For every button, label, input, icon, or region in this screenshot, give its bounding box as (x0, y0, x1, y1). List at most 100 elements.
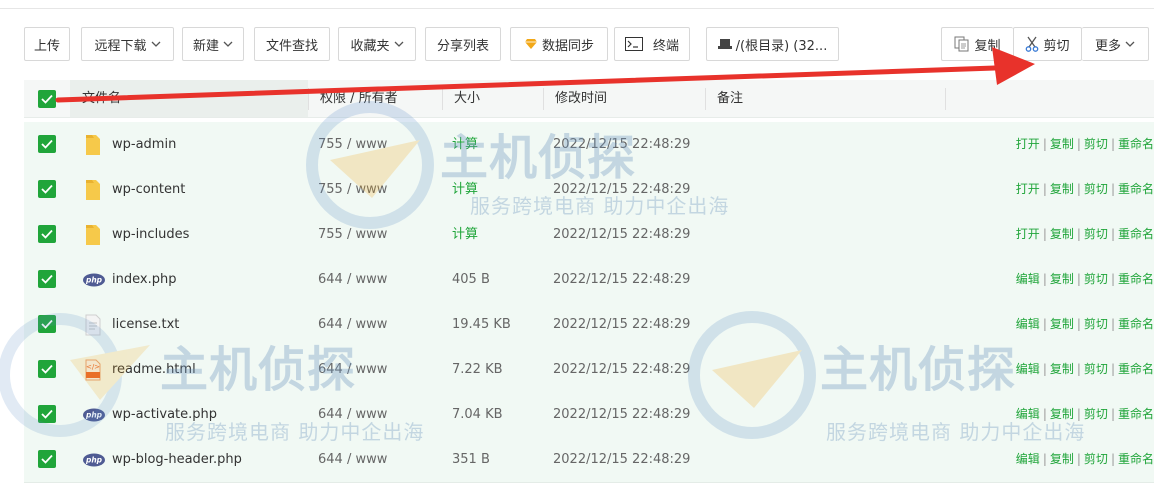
action-open-edit[interactable]: 打开 (1016, 182, 1040, 196)
share-list-button[interactable]: 分享列表 (425, 27, 501, 61)
watermark-slogan: 服务跨境电商 助力中企出海 (470, 194, 730, 218)
action-rename[interactable]: 重命名 (1118, 452, 1154, 466)
diamond-icon (524, 38, 538, 50)
remote-download-button[interactable]: 远程下载 (81, 27, 174, 61)
header-name[interactable]: 文件名 (70, 80, 308, 117)
row-checkbox[interactable] (38, 225, 56, 243)
action-separator: | (1110, 452, 1115, 466)
action-cut[interactable]: 剪切 (1084, 452, 1108, 466)
file-permission[interactable]: 755 / www (318, 212, 387, 257)
action-rename[interactable]: 重命名 (1118, 182, 1154, 196)
file-permission[interactable]: 644 / www (318, 257, 387, 302)
action-open-edit[interactable]: 编辑 (1016, 272, 1040, 286)
file-name[interactable]: wp-content (112, 167, 185, 212)
php-file-icon: php (82, 403, 105, 427)
file-permission[interactable]: 755 / www (318, 122, 387, 167)
more-button[interactable]: 更多 (1082, 27, 1149, 61)
file-name[interactable]: wp-admin (112, 122, 176, 167)
action-separator: | (1076, 362, 1081, 376)
header-divider (308, 88, 309, 110)
action-separator: | (1110, 227, 1115, 241)
action-separator: | (1042, 137, 1047, 151)
action-cut[interactable]: 剪切 (1084, 317, 1108, 331)
row-checkbox[interactable] (38, 135, 56, 153)
scissors-icon (1025, 36, 1039, 52)
action-open-edit[interactable]: 编辑 (1016, 452, 1040, 466)
action-copy[interactable]: 复制 (1050, 137, 1074, 151)
action-separator: | (1042, 362, 1047, 376)
svg-text:</>: </> (86, 363, 100, 371)
chevron-down-icon (1125, 39, 1135, 50)
data-sync-button[interactable]: 数据同步 (510, 27, 608, 61)
file-name[interactable]: wp-includes (112, 212, 189, 257)
path-button[interactable]: /(根目录) (32... (706, 27, 839, 61)
row-actions: 打开 | 复制 | 剪切 | 重命名 (1016, 122, 1154, 167)
cut-button[interactable]: 剪切 (1013, 27, 1082, 61)
file-name[interactable]: index.php (112, 257, 176, 302)
row-actions: 编辑 | 复制 | 剪切 | 重命名 (1016, 302, 1154, 347)
action-separator: | (1042, 272, 1047, 286)
action-open-edit[interactable]: 编辑 (1016, 317, 1040, 331)
terminal-icon (624, 37, 643, 51)
file-search-button[interactable]: 文件查找 (254, 27, 330, 61)
action-copy[interactable]: 复制 (1050, 227, 1074, 241)
action-cut[interactable]: 剪切 (1084, 272, 1108, 286)
upload-button[interactable]: 上传 (24, 27, 70, 61)
folder-icon (82, 223, 104, 247)
cut-label: 剪切 (1043, 38, 1070, 54)
chevron-down-icon (151, 39, 161, 50)
disk-icon (717, 38, 732, 50)
row-checkbox[interactable] (38, 180, 56, 198)
action-cut[interactable]: 剪切 (1084, 362, 1108, 376)
new-label: 新建 (192, 38, 219, 54)
action-copy[interactable]: 复制 (1050, 452, 1074, 466)
action-cut[interactable]: 剪切 (1084, 137, 1108, 151)
file-permission[interactable]: 755 / www (318, 167, 387, 212)
header-divider (442, 88, 443, 110)
new-button[interactable]: 新建 (182, 27, 244, 61)
action-cut[interactable]: 剪切 (1084, 407, 1108, 421)
row-checkbox[interactable] (38, 270, 56, 288)
favorites-button[interactable]: 收藏夹 (338, 27, 416, 61)
action-rename[interactable]: 重命名 (1118, 317, 1154, 331)
action-rename[interactable]: 重命名 (1118, 407, 1154, 421)
table-row[interactable]: php index.php 644 / www 405 B 2022/12/15 22:… (24, 257, 1154, 303)
header-note: 备注 (717, 91, 744, 106)
action-copy[interactable]: 复制 (1050, 317, 1074, 331)
file-modified-time: 2022/12/15 22:48:29 (553, 272, 691, 287)
row-checkbox[interactable] (38, 450, 56, 468)
header-modified-time[interactable]: 修改时间 (555, 80, 607, 117)
select-all-checkbox[interactable] (38, 90, 56, 108)
action-rename[interactable]: 重命名 (1118, 227, 1154, 241)
file-size: 405 B (452, 272, 490, 287)
terminal-button[interactable]: 终端 (614, 27, 690, 61)
row-checkbox[interactable] (38, 360, 56, 378)
row-checkbox[interactable] (38, 315, 56, 333)
svg-text:php: php (85, 411, 103, 420)
action-open-edit[interactable]: 打开 (1016, 227, 1040, 241)
row-checkbox[interactable] (38, 405, 56, 423)
action-open-edit[interactable]: 编辑 (1016, 362, 1040, 376)
watermark-slogan: 服务跨境电商 助力中企出海 (165, 420, 425, 444)
action-cut[interactable]: 剪切 (1084, 182, 1108, 196)
watermark-brand: 主机侦探 (160, 342, 357, 398)
action-cut[interactable]: 剪切 (1084, 227, 1108, 241)
action-copy[interactable]: 复制 (1050, 272, 1074, 286)
header-size[interactable]: 大小 (454, 80, 480, 117)
row-actions: 编辑 | 复制 | 剪切 | 重命名 (1016, 257, 1154, 302)
action-separator: | (1042, 317, 1047, 331)
file-size: 19.45 KB (452, 317, 511, 332)
html-file-icon: </> (82, 358, 104, 382)
chevron-down-icon (223, 39, 233, 50)
action-separator: | (1110, 362, 1115, 376)
action-open-edit[interactable]: 打开 (1016, 137, 1040, 151)
header-permission[interactable]: 权限 / 所有者 (320, 80, 398, 117)
action-copy[interactable]: 复制 (1050, 362, 1074, 376)
action-rename[interactable]: 重命名 (1118, 137, 1154, 151)
copy-button[interactable]: 复制 (941, 27, 1013, 61)
action-rename[interactable]: 重命名 (1118, 272, 1154, 286)
upload-label: 上传 (33, 38, 60, 54)
action-copy[interactable]: 复制 (1050, 182, 1074, 196)
file-size: 7.22 KB (452, 362, 503, 377)
action-rename[interactable]: 重命名 (1118, 362, 1154, 376)
